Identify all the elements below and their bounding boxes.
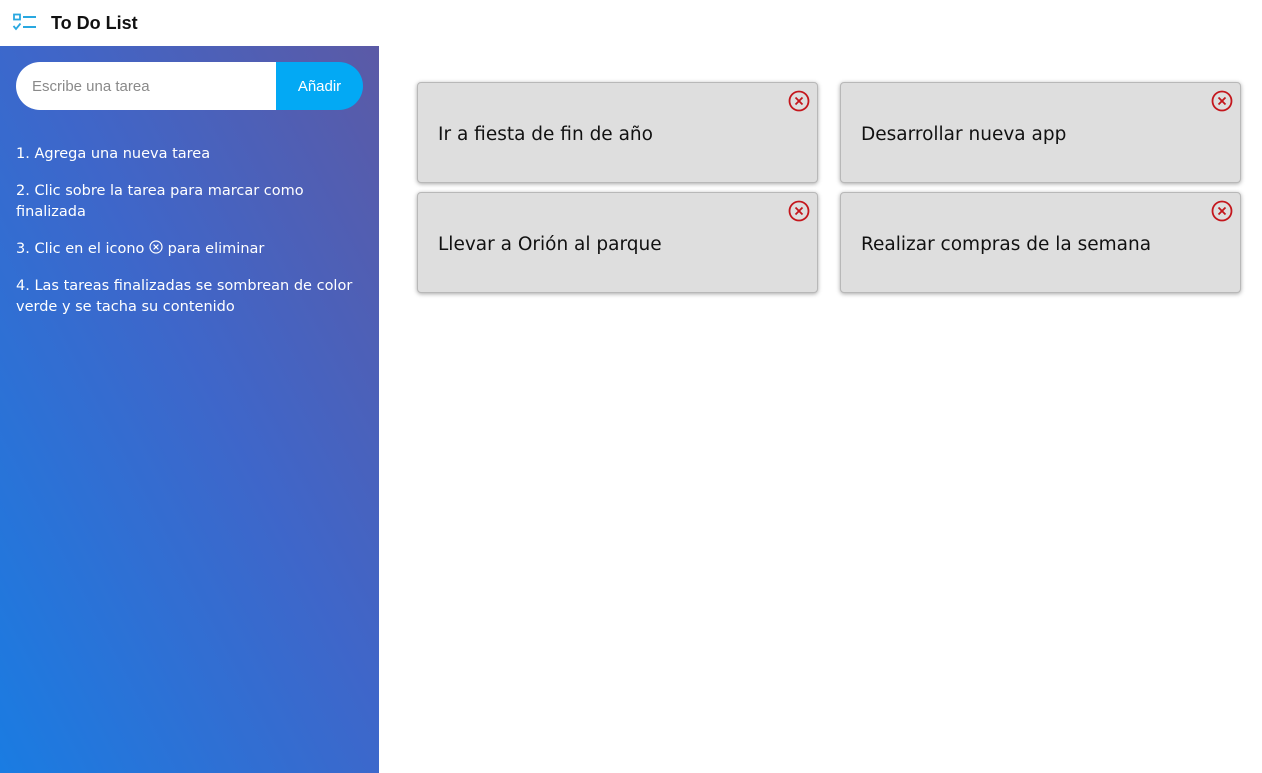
checklist-icon [12, 13, 38, 33]
app-title: To Do List [51, 12, 138, 33]
task-card[interactable]: Desarrollar nueva app [840, 82, 1241, 183]
close-circle-icon[interactable] [788, 90, 810, 112]
add-task-form: Añadir [16, 62, 363, 110]
task-text: Realizar compras de la semana [861, 234, 1152, 255]
close-circle-icon[interactable] [788, 200, 810, 222]
instructions-list: 1. Agrega una nueva tarea 2. Clic sobre … [16, 144, 363, 318]
instruction-step: 1. Agrega una nueva tarea [16, 146, 211, 162]
task-grid: Ir a fiesta de fin de año Desarrollar nu… [417, 82, 1241, 293]
add-task-button[interactable]: Añadir [276, 62, 363, 110]
app-header: To Do List [0, 0, 1262, 46]
close-circle-icon[interactable] [1211, 90, 1233, 112]
task-text: Llevar a Orión al parque [438, 234, 662, 255]
task-input[interactable] [16, 62, 276, 110]
task-text: Desarrollar nueva app [861, 124, 1067, 145]
close-circle-icon [149, 240, 163, 254]
task-card[interactable]: Ir a fiesta de fin de año [417, 82, 818, 183]
instruction-step: 4. Las tareas finalizadas se sombrean de… [16, 278, 353, 315]
task-card[interactable]: Realizar compras de la semana [840, 192, 1241, 293]
task-card[interactable]: Llevar a Orión al parque [417, 192, 818, 293]
close-circle-icon[interactable] [1211, 200, 1233, 222]
sidebar: Añadir 1. Agrega una nueva tarea 2. Clic… [0, 46, 379, 773]
instruction-step: 3. Clic en el icono para eliminar [16, 240, 265, 257]
instruction-step: 2. Clic sobre la tarea para marcar como … [16, 183, 304, 220]
task-text: Ir a fiesta de fin de año [438, 124, 653, 145]
